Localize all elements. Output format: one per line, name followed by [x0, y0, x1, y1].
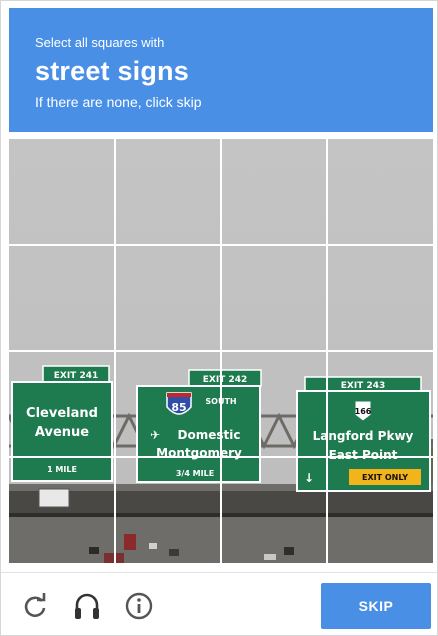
- tile-grid: [9, 139, 433, 563]
- tile-r1-c1[interactable]: [9, 139, 113, 243]
- skip-button[interactable]: SKIP: [321, 583, 431, 629]
- tile-r4-c4[interactable]: [328, 458, 432, 562]
- tile-r4-c1[interactable]: [9, 458, 113, 562]
- headphones-icon: [75, 593, 99, 619]
- challenge-instruction: Select all squares with: [35, 35, 165, 50]
- challenge-hint: If there are none, click skip: [35, 94, 202, 110]
- tile-r4-c2[interactable]: [116, 458, 220, 562]
- reload-icon: [24, 593, 46, 618]
- tile-r3-c2[interactable]: [116, 352, 220, 456]
- challenge-image-grid: EXIT 241 Cleveland Avenue 1 MILE EXIT 24…: [9, 139, 433, 563]
- audio-challenge-button[interactable]: [72, 591, 102, 621]
- reload-button[interactable]: [20, 591, 50, 621]
- challenge-header: Select all squares with street signs If …: [9, 8, 433, 132]
- captcha-dialog: Select all squares with street signs If …: [0, 0, 438, 636]
- tile-r4-c3[interactable]: [222, 458, 326, 562]
- tile-r3-c3[interactable]: [222, 352, 326, 456]
- tile-r2-c2[interactable]: [116, 246, 220, 350]
- info-icon: [125, 592, 153, 620]
- footer-divider: [1, 572, 437, 573]
- tile-r3-c1[interactable]: [9, 352, 113, 456]
- tile-r3-c4[interactable]: [328, 352, 432, 456]
- tile-r1-c2[interactable]: [116, 139, 220, 243]
- tile-r1-c3[interactable]: [222, 139, 326, 243]
- challenge-target: street signs: [35, 56, 189, 86]
- help-button[interactable]: [124, 591, 154, 621]
- tile-r1-c4[interactable]: [328, 139, 432, 243]
- tile-r2-c3[interactable]: [222, 246, 326, 350]
- tile-r2-c1[interactable]: [9, 246, 113, 350]
- tile-r2-c4[interactable]: [328, 246, 432, 350]
